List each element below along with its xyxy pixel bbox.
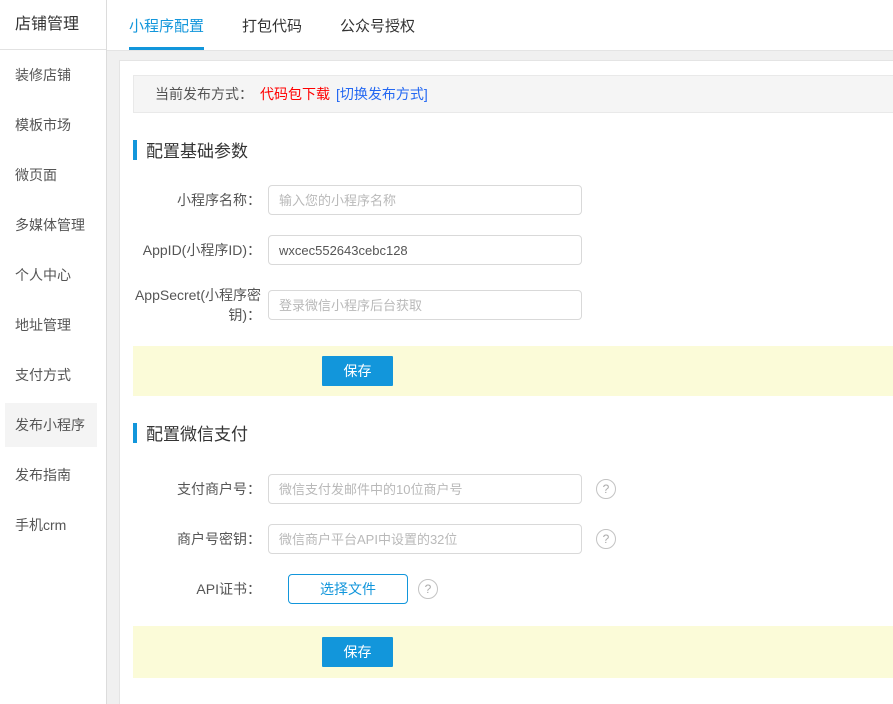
section-accent-bar bbox=[133, 140, 137, 160]
tab-official-account-auth[interactable]: 公众号授权 bbox=[340, 0, 415, 50]
sidebar-item-template-market[interactable]: 模板市场 bbox=[0, 100, 106, 150]
tab-miniprogram-config[interactable]: 小程序配置 bbox=[129, 0, 204, 50]
section-basic-params: 配置基础参数 bbox=[133, 139, 893, 160]
miniprogram-name-label: 小程序名称： bbox=[133, 190, 268, 210]
api-cert-help-icon[interactable]: ? bbox=[418, 579, 438, 599]
appid-label: AppID(小程序ID)： bbox=[133, 240, 268, 260]
sidebar-item-micro-page[interactable]: 微页面 bbox=[0, 150, 106, 200]
sidebar-item-personal-center[interactable]: 个人中心 bbox=[0, 250, 106, 300]
tab-bar: 小程序配置 打包代码 公众号授权 bbox=[107, 0, 893, 51]
form-row-merchant-key: 商户号密钥： ? bbox=[133, 524, 893, 554]
form-row-api-cert: API证书： 选择文件 ? bbox=[133, 574, 893, 604]
save-bar-basic: 保存 bbox=[133, 346, 893, 396]
merchant-key-help-icon[interactable]: ? bbox=[596, 529, 616, 549]
save-wechat-pay-button[interactable]: 保存 bbox=[322, 637, 393, 667]
tab-package-code[interactable]: 打包代码 bbox=[242, 0, 302, 50]
appsecret-label: AppSecret(小程序密钥)： bbox=[133, 285, 268, 325]
form-row-appsecret: AppSecret(小程序密钥)： bbox=[133, 285, 893, 325]
sidebar-item-mobile-crm[interactable]: 手机crm bbox=[0, 500, 106, 550]
merchant-id-help-icon[interactable]: ? bbox=[596, 479, 616, 499]
choose-file-button[interactable]: 选择文件 bbox=[288, 574, 408, 604]
merchant-id-label: 支付商户号： bbox=[133, 479, 268, 499]
publish-mode-notice: 当前发布方式： 代码包下载 [切换发布方式] bbox=[133, 75, 893, 113]
merchant-id-input[interactable] bbox=[268, 474, 582, 504]
save-basic-button[interactable]: 保存 bbox=[322, 356, 393, 386]
merchant-key-label: 商户号密钥： bbox=[133, 529, 268, 549]
publish-mode-value: 代码包下载 bbox=[260, 84, 330, 104]
section-title-text: 配置微信支付 bbox=[146, 420, 248, 445]
section-wechat-pay: 配置微信支付 bbox=[133, 422, 893, 443]
sidebar-item-publish-guide[interactable]: 发布指南 bbox=[0, 450, 106, 500]
api-cert-label: API证书： bbox=[133, 579, 268, 599]
appsecret-input[interactable] bbox=[268, 290, 582, 320]
merchant-key-input[interactable] bbox=[268, 524, 582, 554]
sidebar-item-address-management[interactable]: 地址管理 bbox=[0, 300, 106, 350]
sidebar-item-publish-miniprogram[interactable]: 发布小程序 bbox=[5, 403, 97, 447]
save-bar-wechat-pay: 保存 bbox=[133, 626, 893, 678]
sidebar-item-payment-method[interactable]: 支付方式 bbox=[0, 350, 106, 400]
sidebar: 店铺管理 装修店铺 模板市场 微页面 多媒体管理 个人中心 地址管理 支付方式 … bbox=[0, 0, 106, 704]
miniprogram-name-input[interactable] bbox=[268, 185, 582, 215]
config-panel: 当前发布方式： 代码包下载 [切换发布方式] 配置基础参数 小程序名称： App… bbox=[119, 60, 893, 704]
form-row-appid: AppID(小程序ID)： bbox=[133, 235, 893, 265]
sidebar-title: 店铺管理 bbox=[0, 0, 106, 50]
section-accent-bar bbox=[133, 423, 137, 443]
form-row-merchant-id: 支付商户号： ? bbox=[133, 474, 893, 504]
form-row-miniprogram-name: 小程序名称： bbox=[133, 185, 893, 215]
section-title-text: 配置基础参数 bbox=[146, 137, 248, 162]
appid-input[interactable] bbox=[268, 235, 582, 265]
sidebar-item-media-management[interactable]: 多媒体管理 bbox=[0, 200, 106, 250]
switch-publish-mode-link[interactable]: [切换发布方式] bbox=[336, 84, 428, 104]
publish-mode-label: 当前发布方式： bbox=[155, 84, 253, 104]
sidebar-item-decorate-shop[interactable]: 装修店铺 bbox=[0, 50, 106, 100]
